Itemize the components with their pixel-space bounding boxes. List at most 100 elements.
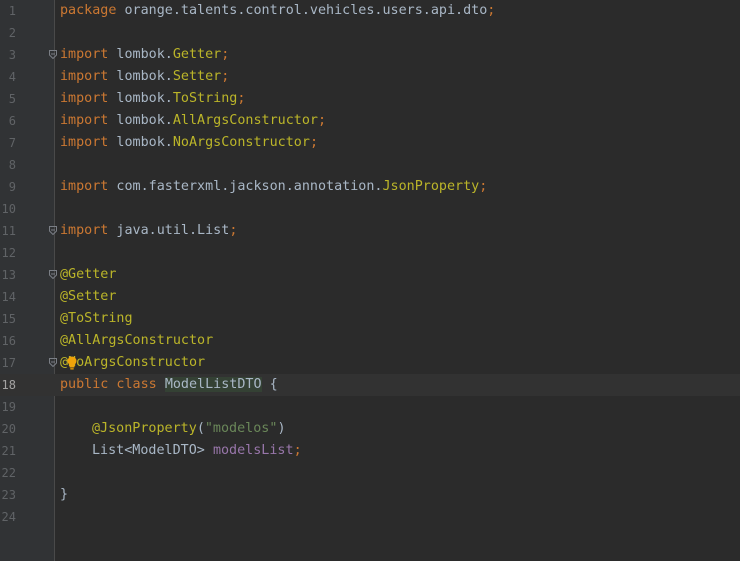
code-token: java.util.List <box>108 223 230 238</box>
code-line[interactable]: 2 <box>0 22 740 44</box>
line-number: 23 <box>1 488 16 502</box>
line-number: 17 <box>1 356 16 370</box>
code-line[interactable]: 13 @Getter <box>0 264 740 286</box>
code-token: JsonProperty <box>382 179 480 194</box>
code-line[interactable]: 6 import lombok.AllArgsConstructor; <box>0 110 740 132</box>
code-line[interactable]: 17 @NoArgsConstructor <box>0 352 740 374</box>
code-text: @ToString <box>60 308 133 330</box>
code-token: Setter <box>172 69 222 84</box>
code-line[interactable]: 16 @AllArgsConstructor <box>0 330 740 352</box>
code-token: NoArgsConstructor <box>172 135 310 150</box>
code-token: ; <box>229 223 238 238</box>
code-token: package <box>60 3 117 18</box>
code-token: ) <box>277 421 286 436</box>
code-token: @Setter <box>60 289 117 304</box>
code-text: import lombok.NoArgsConstructor; <box>60 132 318 154</box>
fold-marker-icon[interactable] <box>49 226 57 235</box>
code-line[interactable]: 1 package orange.talents.control.vehicles… <box>0 0 740 22</box>
line-number: 4 <box>8 70 16 84</box>
code-line[interactable]: 4 import lombok.Setter; <box>0 66 740 88</box>
line-number: 6 <box>8 114 16 128</box>
line-number: 7 <box>8 136 16 150</box>
code-token: @JsonProperty <box>92 421 197 436</box>
line-number: 8 <box>8 158 16 172</box>
line-number: 3 <box>8 48 16 62</box>
code-line[interactable]: 14 @Setter <box>0 286 740 308</box>
code-editor[interactable]: 1 package orange.talents.control.vehicles… <box>0 0 740 561</box>
code-token: ; <box>221 47 230 62</box>
code-token: import <box>60 69 109 84</box>
code-token: import <box>60 47 109 62</box>
code-token: ( <box>196 421 205 436</box>
fold-marker-icon[interactable] <box>49 50 57 59</box>
code-line[interactable]: 15 @ToString <box>0 308 740 330</box>
code-token: import <box>60 113 109 128</box>
code-token: Getter <box>172 47 222 62</box>
code-text: import java.util.List; <box>60 220 237 242</box>
code-line[interactable]: 8 <box>0 154 740 176</box>
code-text: @Getter <box>60 264 116 286</box>
code-line[interactable]: 11 import java.util.List; <box>0 220 740 242</box>
line-number: 18 <box>1 378 16 392</box>
code-token: @NoArgsConstructor <box>60 355 206 370</box>
code-token: @ToString <box>60 311 133 326</box>
code-token: lombok. <box>108 91 173 106</box>
code-token: List<ModelDTO> <box>92 443 213 458</box>
fold-marker-icon[interactable] <box>49 270 57 279</box>
code-token: modelsList <box>212 443 294 458</box>
code-line[interactable]: 20 @JsonProperty("modelos") <box>0 418 740 440</box>
code-text: } <box>60 484 68 506</box>
code-text: import lombok.Getter; <box>60 44 229 66</box>
code-line[interactable]: 12 <box>0 242 740 264</box>
code-line[interactable]: 19 <box>0 396 740 418</box>
code-token: ToString <box>172 91 238 106</box>
line-number: 5 <box>8 92 16 106</box>
code-text: @Setter <box>60 286 116 308</box>
code-token: public class <box>60 377 165 392</box>
line-number: 10 <box>1 202 16 216</box>
code-token: import <box>60 179 109 194</box>
code-line[interactable]: 24 <box>0 506 740 528</box>
code-text: @NoArgsConstructor <box>60 352 205 374</box>
line-number: 1 <box>8 4 16 18</box>
code-token: orange.talents.control.vehicles.users.ap… <box>116 3 488 18</box>
code-token: lombok. <box>108 135 173 150</box>
code-text: List<ModelDTO> modelsList; <box>60 440 302 462</box>
line-number: 21 <box>1 444 16 458</box>
code-token: import <box>60 135 109 150</box>
line-number: 14 <box>1 290 16 304</box>
code-text: public class ModelListDTO { <box>60 374 278 396</box>
code-token: { <box>261 377 278 392</box>
code-token: com.fasterxml.jackson.annotation. <box>108 179 383 194</box>
code-line[interactable]: 22 <box>0 462 740 484</box>
code-text: import lombok.ToString; <box>60 88 245 110</box>
code-line[interactable]: 7 import lombok.NoArgsConstructor; <box>0 132 740 154</box>
line-number: 24 <box>1 510 16 524</box>
code-line[interactable]: 18 public class ModelListDTO { <box>0 374 740 396</box>
code-line[interactable]: 10 <box>0 198 740 220</box>
code-token: } <box>60 487 69 502</box>
code-line[interactable]: 5 import lombok.ToString; <box>0 88 740 110</box>
code-line[interactable]: 21 List<ModelDTO> modelsList; <box>0 440 740 462</box>
code-line[interactable]: 3 import lombok.Getter; <box>0 44 740 66</box>
code-token: lombok. <box>108 113 173 128</box>
line-number: 2 <box>8 26 16 40</box>
code-line[interactable]: 9 import com.fasterxml.jackson.annotation… <box>0 176 740 198</box>
intention-bulb-icon[interactable] <box>66 355 78 371</box>
code-token: ; <box>318 113 327 128</box>
code-text: package orange.talents.control.vehicles.… <box>60 0 495 22</box>
code-token: AllArgsConstructor <box>172 113 318 128</box>
line-number: 9 <box>8 180 16 194</box>
code-token: @Getter <box>60 267 117 282</box>
code-token: ; <box>293 443 302 458</box>
line-number: 13 <box>1 268 16 282</box>
code-token: import <box>60 91 109 106</box>
fold-marker-icon[interactable] <box>49 358 57 367</box>
code-token: lombok. <box>108 47 173 62</box>
line-number: 19 <box>1 400 16 414</box>
line-number: 12 <box>1 246 16 260</box>
line-number: 20 <box>1 422 16 436</box>
code-text: @JsonProperty("modelos") <box>60 418 286 440</box>
code-token: ; <box>487 3 496 18</box>
code-line[interactable]: 23} <box>0 484 740 506</box>
